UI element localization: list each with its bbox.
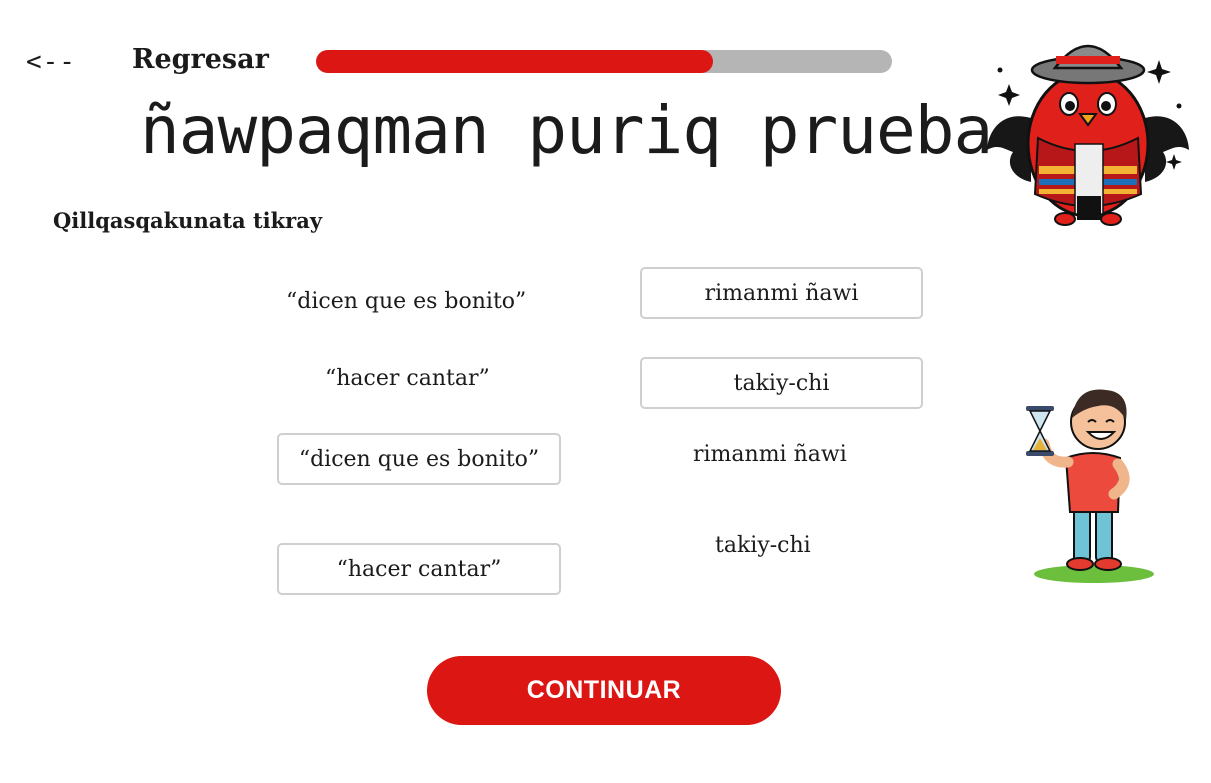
page-title: ñawpaqman puriq prueba	[140, 92, 993, 169]
answer-option[interactable]: “hacer cantar”	[277, 543, 561, 595]
boy-hourglass-icon	[1026, 389, 1154, 583]
progress-bar-fill	[316, 50, 714, 73]
prompt-phrase: “dicen que es bonito”	[286, 289, 527, 314]
progress-bar	[316, 50, 892, 73]
instruction-text: Qillqasqakunata tikray	[53, 208, 323, 233]
answer-option[interactable]: “dicen que es bonito”	[277, 433, 561, 485]
prompt-phrase: rimanmi ñawi	[693, 442, 847, 467]
prompt-phrase: “hacer cantar”	[325, 366, 490, 391]
prompt-phrase: takiy-chi	[715, 533, 811, 558]
red-bird-mascot-icon	[987, 44, 1189, 226]
answer-option[interactable]: takiy-chi	[640, 357, 923, 409]
answer-option[interactable]: rimanmi ñawi	[640, 267, 923, 319]
continue-button[interactable]: CONTINUAR	[427, 656, 781, 725]
back-link[interactable]: Regresar	[132, 44, 269, 75]
back-arrow-icon[interactable]: <--	[26, 47, 76, 77]
